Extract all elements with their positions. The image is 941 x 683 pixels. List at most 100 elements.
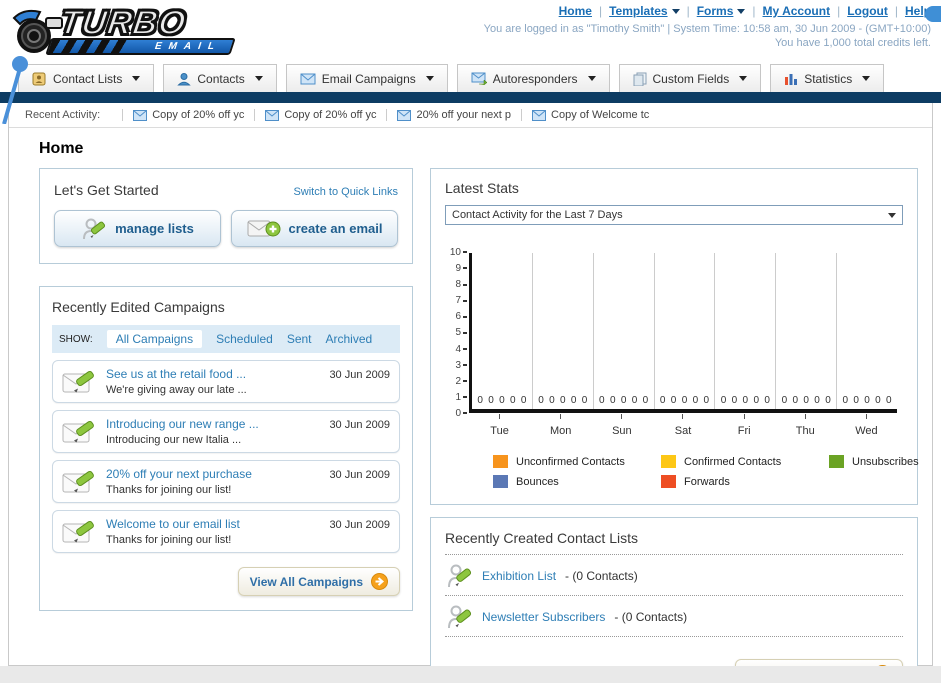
nav-separator: | bbox=[598, 4, 603, 18]
bar-value-label: 0 bbox=[681, 395, 688, 406]
campaign-link[interactable]: Welcome to our email list bbox=[106, 517, 329, 531]
y-axis-label: 3 bbox=[445, 360, 469, 371]
contact-list-row[interactable]: Newsletter Subscribers - (0 Contacts) bbox=[445, 596, 903, 636]
chart-day-group: 00000 bbox=[531, 253, 593, 409]
legend-swatch bbox=[493, 455, 508, 468]
tab-email-campaigns[interactable]: Email Campaigns bbox=[285, 64, 448, 92]
axis-tick bbox=[560, 414, 562, 419]
y-axis-label: 1 bbox=[445, 392, 469, 403]
filter-scheduled[interactable]: Scheduled bbox=[216, 332, 273, 346]
chart-day-group: 00000 bbox=[592, 253, 654, 409]
bar-value-label: 0 bbox=[538, 395, 544, 406]
campaign-date: 30 Jun 2009 bbox=[329, 469, 390, 481]
get-started-panel: Let's Get Started Switch to Quick Links … bbox=[39, 168, 413, 264]
campaign-link[interactable]: Introducing our new range ... bbox=[106, 417, 329, 431]
legend-swatch bbox=[493, 475, 508, 488]
nav-link-home[interactable]: Home bbox=[559, 4, 592, 18]
legend-item: Unsubscribes bbox=[829, 455, 919, 468]
campaign-row[interactable]: Introducing our new range ... Introducin… bbox=[52, 410, 400, 453]
campaign-date: 30 Jun 2009 bbox=[329, 419, 390, 431]
nav-link-forms[interactable]: Forms bbox=[697, 4, 746, 18]
nav-link-my-account[interactable]: My Account bbox=[763, 4, 831, 18]
top-nav: Home | Templates | Forms | My Account | Logo… bbox=[483, 4, 941, 49]
bar-value-label: 0 bbox=[570, 395, 577, 406]
filter-archived[interactable]: Archived bbox=[326, 332, 373, 346]
x-axis-day-label: Wed bbox=[836, 414, 897, 439]
bar-value-label: 0 bbox=[720, 395, 727, 406]
bar-value-label: 0 bbox=[670, 395, 677, 406]
bar-value-label: 0 bbox=[520, 395, 527, 406]
nav-link-logout[interactable]: Logout bbox=[847, 4, 888, 18]
contact-list-link[interactable]: Newsletter Subscribers bbox=[482, 610, 605, 624]
bar-value-label: 0 bbox=[753, 395, 759, 406]
bar-value-label: 0 bbox=[853, 395, 859, 406]
contact-list-row[interactable]: Exhibition List - (0 Contacts) bbox=[445, 555, 903, 595]
recent-activity-bar: Recent Activity: Copy of 20% off yc Copy… bbox=[9, 103, 932, 128]
campaign-date: 30 Jun 2009 bbox=[329, 369, 390, 381]
x-axis-day-label: Tue bbox=[469, 414, 530, 439]
view-all-campaigns-button[interactable]: View All Campaigns bbox=[237, 567, 400, 596]
tab-custom-fields[interactable]: Custom Fields bbox=[618, 64, 762, 92]
nav-link-templates[interactable]: Templates bbox=[609, 4, 680, 18]
campaign-row[interactable]: 20% off your next purchase Thanks for jo… bbox=[52, 460, 400, 503]
chevron-down-icon bbox=[671, 9, 680, 15]
campaign-row[interactable]: Welcome to our email list Thanks for joi… bbox=[52, 510, 400, 553]
y-axis-label: 9 bbox=[445, 263, 469, 274]
campaign-link[interactable]: See us at the retail food ... bbox=[106, 367, 329, 381]
recent-activity-item[interactable]: Copy of 20% off yc bbox=[254, 109, 386, 121]
contact-activity-chart: 10 9 8 7 6 5 4 3 2 1 0 000000000000000000000000000… bbox=[445, 247, 903, 439]
tab-autoresponders[interactable]: Autoresponders bbox=[456, 64, 610, 92]
filter-all-campaigns[interactable]: All Campaigns bbox=[106, 330, 203, 348]
bar-value-label: 0 bbox=[864, 395, 870, 406]
accent-bar bbox=[0, 92, 941, 103]
recent-activity-item[interactable]: 20% off your next p bbox=[386, 109, 521, 121]
legend-item: Forwards bbox=[661, 475, 829, 488]
tab-statistics[interactable]: Statistics bbox=[770, 64, 885, 92]
nav-separator: | bbox=[752, 4, 756, 18]
tab-contacts[interactable]: Contacts bbox=[163, 64, 277, 92]
latest-stats-panel: Latest Stats Contact Activity for the La… bbox=[430, 168, 919, 505]
x-axis-day-label: Thu bbox=[775, 414, 836, 439]
envelope-icon bbox=[532, 109, 547, 121]
legend-label: Forwards bbox=[684, 475, 730, 488]
login-info: You are logged in as "Timothy Smith" | S… bbox=[483, 23, 931, 35]
bar-value-label: 0 bbox=[731, 395, 738, 406]
page-title: Home bbox=[39, 140, 84, 157]
recent-activity-item[interactable]: Copy of Welcome tc bbox=[521, 109, 659, 121]
legend-item: Bounces bbox=[493, 475, 661, 488]
main-tabbar: Contact Lists Contacts Email Campaigns A… bbox=[0, 62, 941, 92]
person-pencil-icon bbox=[448, 564, 472, 588]
y-axis-label: 5 bbox=[445, 327, 469, 338]
stats-dropdown[interactable]: Contact Activity for the Last 7 Days bbox=[445, 205, 903, 225]
envelope-plus-icon bbox=[247, 220, 281, 236]
axis-tick bbox=[621, 414, 623, 419]
nav-link-help[interactable]: Help bbox=[905, 4, 941, 22]
envelope-pencil-icon bbox=[62, 520, 94, 542]
chart-day-group: 00000 bbox=[836, 253, 897, 409]
campaign-subject: We're giving away our late ... bbox=[106, 384, 247, 396]
switch-quick-links-link[interactable]: Switch to Quick Links bbox=[293, 186, 398, 198]
campaign-link[interactable]: 20% off your next purchase bbox=[106, 467, 329, 481]
filter-sent[interactable]: Sent bbox=[287, 332, 312, 346]
contact-list-count: - (0 Contacts) bbox=[565, 569, 638, 583]
x-axis-day-label: Mon bbox=[530, 414, 591, 439]
nav-separator: | bbox=[837, 4, 841, 18]
bar-value-label: 0 bbox=[631, 395, 638, 406]
envelope-pencil-icon bbox=[62, 370, 94, 392]
pin-decoration bbox=[2, 56, 28, 124]
chart-groups: 00000000000000000000000000000000000 bbox=[469, 253, 897, 413]
chart-day-group: 00000 bbox=[653, 253, 715, 409]
recent-activity-item[interactable]: Copy of 20% off yc bbox=[122, 109, 254, 121]
campaign-row[interactable]: See us at the retail food ... We're givi… bbox=[52, 360, 400, 403]
bar-value-label: 0 bbox=[620, 395, 627, 406]
contact-list-link[interactable]: Exhibition List bbox=[482, 569, 556, 583]
bar-value-label: 0 bbox=[692, 395, 699, 406]
create-email-button[interactable]: create an email bbox=[231, 210, 398, 247]
bar-value-label: 0 bbox=[499, 395, 505, 406]
legend-swatch bbox=[661, 455, 676, 468]
bar-value-label: 0 bbox=[510, 395, 516, 406]
turbo-email-logo[interactable]: TURBO EMAIL bbox=[8, 3, 238, 56]
manage-lists-button[interactable]: manage lists bbox=[54, 210, 221, 247]
chart-day-group: 00000 bbox=[472, 253, 532, 409]
y-axis-label: 2 bbox=[445, 376, 469, 387]
